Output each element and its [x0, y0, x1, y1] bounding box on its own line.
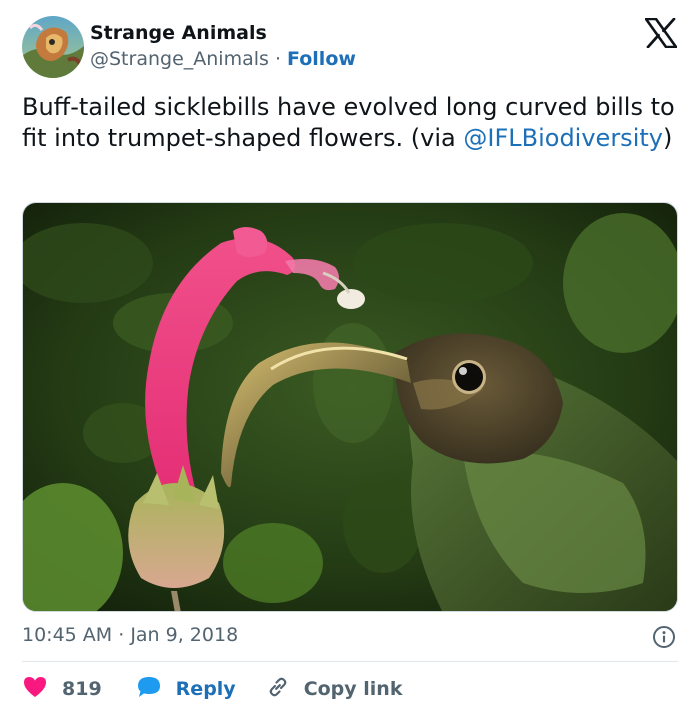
copy-link-label: Copy link — [303, 678, 403, 700]
like-count: 819 — [62, 678, 102, 700]
reply-label: Reply — [175, 678, 236, 700]
divider — [22, 661, 678, 662]
handle[interactable]: @Strange_Animals — [90, 48, 269, 70]
handle-line: @Strange_Animals · Follow — [90, 48, 356, 70]
tweet-photo[interactable] — [22, 202, 678, 612]
avatar[interactable] — [22, 16, 84, 78]
tweet-text-end: ) — [662, 124, 673, 152]
info-icon[interactable] — [652, 625, 676, 649]
meta-separator: · — [112, 624, 131, 646]
sicklebill-hummingbird-photo — [23, 203, 677, 611]
mention-link[interactable]: @IFLBiodiversity — [463, 124, 663, 152]
action-bar: 819 Reply Copy link — [22, 674, 402, 704]
tweet-timestamp[interactable]: 10:45 AM · Jan 9, 2018 — [22, 624, 238, 646]
reply-button[interactable]: Reply — [136, 675, 236, 704]
follow-button[interactable]: Follow — [287, 48, 356, 70]
tweet-text: Buff-tailed sicklebills have evolved lon… — [22, 92, 682, 154]
tweet-time: 10:45 AM — [22, 624, 113, 646]
tweet-date: Jan 9, 2018 — [130, 624, 239, 646]
x-logo-icon[interactable] — [644, 17, 678, 49]
display-name[interactable]: Strange Animals — [90, 22, 267, 44]
heart-icon — [22, 675, 48, 704]
speech-bubble-icon — [136, 675, 162, 704]
tweet-card: Strange Animals @Strange_Animals · Follo… — [0, 0, 700, 715]
separator: · — [268, 48, 288, 70]
link-icon — [266, 675, 290, 704]
copy-link-button[interactable]: Copy link — [266, 675, 403, 704]
like-button[interactable]: 819 — [22, 675, 102, 704]
